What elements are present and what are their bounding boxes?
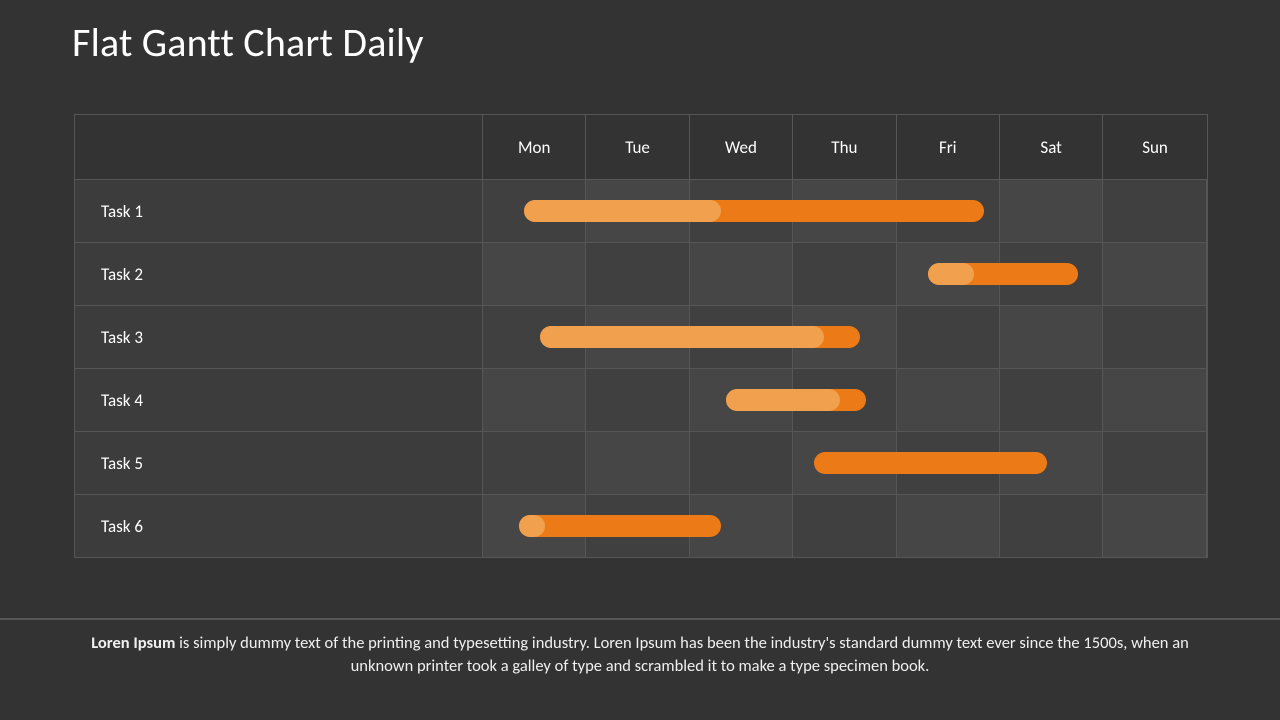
table-row: Task 2 [75,243,1207,306]
gantt-bar-progress [726,389,840,411]
day-header: Thu [793,115,896,179]
gantt-cell [793,243,896,305]
day-header: Sat [1000,115,1103,179]
gantt-bar-progress [524,200,720,222]
gantt-cell [1000,369,1103,431]
gantt-cell [483,432,586,494]
gantt-bar [726,389,866,411]
day-header: Mon [483,115,586,179]
gantt-bar [540,326,861,348]
table-header-row: Mon Tue Wed Thu Fri Sat Sun [75,115,1207,180]
day-header: Tue [586,115,689,179]
gantt-bar [928,263,1078,285]
gantt-cell [483,369,586,431]
task-label: Task 1 [75,180,483,242]
task-label: Task 6 [75,495,483,557]
gantt-bar-progress [519,515,545,537]
gantt-bar-progress [540,326,824,348]
gantt-cell [690,243,793,305]
table-row: Task 5 [75,432,1207,495]
gantt-table: Mon Tue Wed Thu Fri Sat Sun Task 1 Task … [74,114,1208,558]
gantt-cell [483,243,586,305]
task-label: Task 3 [75,306,483,368]
gantt-bar [814,452,1047,474]
gantt-cell [1000,306,1103,368]
gantt-cell [897,369,1000,431]
gantt-cell [1103,243,1206,305]
gantt-cell [586,369,689,431]
task-label: Task 4 [75,369,483,431]
gantt-cell [1103,306,1206,368]
footer-text: Loren Ipsum is simply dummy text of the … [74,632,1206,678]
task-label: Task 5 [75,432,483,494]
gantt-bar [524,200,984,222]
header-blank [75,115,483,179]
page-title: Flat Gantt Chart Daily [72,18,424,67]
gantt-cell [1103,495,1206,557]
gantt-cell [690,432,793,494]
gantt-cell [897,495,1000,557]
task-label: Task 2 [75,243,483,305]
table-row: Task 6 [75,495,1207,557]
gantt-bar-progress [928,263,975,285]
gantt-cell [1103,432,1206,494]
gantt-cell [1000,180,1103,242]
day-header: Sun [1103,115,1206,179]
gantt-cell [793,495,896,557]
gantt-cell [897,306,1000,368]
gantt-cell [1103,369,1206,431]
footer-lead: Loren Ipsum [91,633,175,653]
gantt-cell [586,432,689,494]
gantt-cell [586,243,689,305]
table-row: Task 4 [75,369,1207,432]
footer-body: is simply dummy text of the printing and… [175,633,1188,676]
table-row: Task 3 [75,306,1207,369]
day-header: Wed [690,115,793,179]
gantt-bar-total [519,515,721,537]
day-header: Fri [897,115,1000,179]
table-row: Task 1 [75,180,1207,243]
gantt-bar-total [814,452,1047,474]
footer-divider [0,618,1280,620]
gantt-cell [1103,180,1206,242]
gantt-bar [519,515,721,537]
gantt-cell [1000,495,1103,557]
